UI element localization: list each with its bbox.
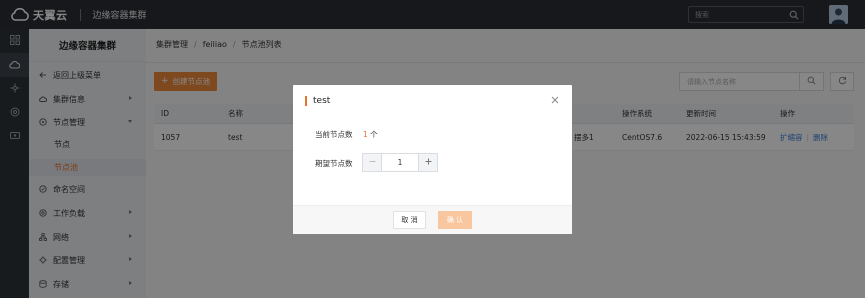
decrement-button[interactable] bbox=[363, 154, 382, 171]
minus-icon bbox=[369, 158, 376, 168]
current-node-count-value: 1 bbox=[363, 130, 368, 139]
current-node-count: 1 个 bbox=[363, 129, 378, 140]
desired-node-count-input[interactable]: 1 bbox=[382, 154, 418, 171]
title-accent-bar bbox=[305, 96, 307, 106]
current-node-count-unit: 个 bbox=[370, 130, 378, 139]
dialog-title: test bbox=[305, 95, 330, 107]
confirm-button[interactable]: 确 认 bbox=[438, 211, 472, 229]
scale-node-pool-dialog: test 当前节点数 1 个 期望节点数 1 取 消 确 认 bbox=[293, 85, 572, 234]
close-icon bbox=[551, 96, 559, 106]
cancel-button[interactable]: 取 消 bbox=[393, 211, 426, 229]
increment-button[interactable] bbox=[418, 154, 437, 171]
dialog-title-text: test bbox=[313, 96, 331, 106]
dialog-footer: 取 消 确 认 bbox=[293, 205, 572, 234]
desired-node-count-label: 期望节点数 bbox=[315, 159, 353, 168]
plus-icon bbox=[425, 158, 432, 168]
close-button[interactable] bbox=[550, 96, 560, 106]
current-node-count-label: 当前节点数 bbox=[315, 130, 353, 139]
desired-node-count-stepper: 1 bbox=[362, 153, 438, 172]
